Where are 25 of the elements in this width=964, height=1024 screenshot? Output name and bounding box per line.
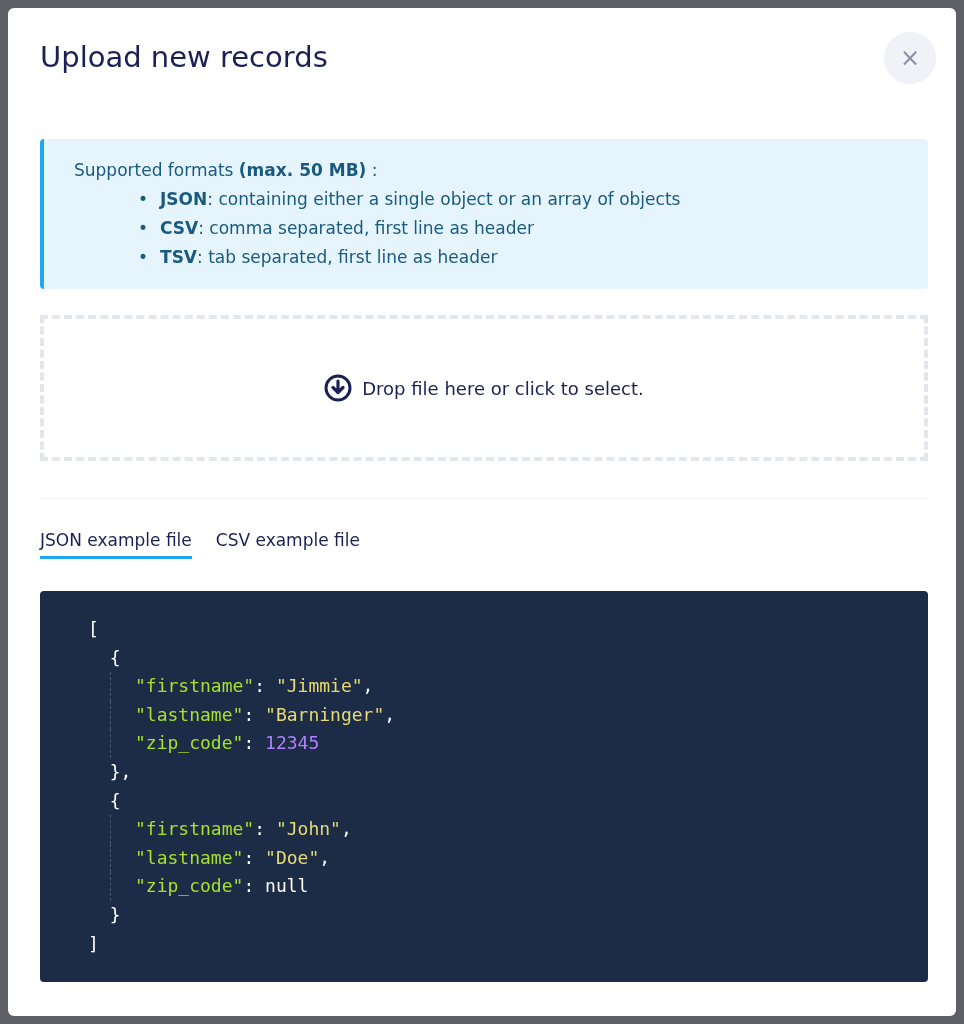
code-line: {: [108, 645, 121, 670]
code-line: "firstname": "Jimmie",: [135, 674, 374, 699]
tab[interactable]: JSON example file: [40, 526, 192, 559]
code-line: "lastname": "Doe",: [135, 845, 331, 870]
bullet: •: [138, 217, 149, 240]
code-line: }: [108, 902, 121, 927]
bullet: •: [138, 246, 149, 269]
bullet: •: [138, 188, 149, 211]
code-line: {: [108, 788, 121, 813]
code-line: "firstname": "John",: [135, 817, 352, 842]
format-item: CSV: comma separated, first line as header: [160, 217, 534, 240]
format-item: JSON: containing either a single object or an array of objects: [160, 188, 681, 211]
code-line: },: [108, 759, 132, 784]
download-icon: [324, 374, 353, 402]
code-line: "lastname": "Barninger",: [135, 702, 396, 727]
dialog-title: Upload new records: [40, 40, 328, 74]
code-line: "zip_code": 12345: [135, 731, 320, 756]
format-item: TSV: tab separated, first line as header: [160, 246, 498, 269]
dropzone-label: Drop file here or click to select.: [362, 377, 644, 399]
code-line: ]: [88, 931, 99, 956]
code-line: [: [88, 617, 99, 641]
tab[interactable]: CSV example file: [215, 526, 360, 559]
code-line: "zip_code": null: [135, 874, 309, 899]
info-text: Supported formats (max. 50 MB) :: [74, 159, 379, 182]
file-dropzone[interactable]: Drop file here or click to select.: [40, 315, 928, 461]
